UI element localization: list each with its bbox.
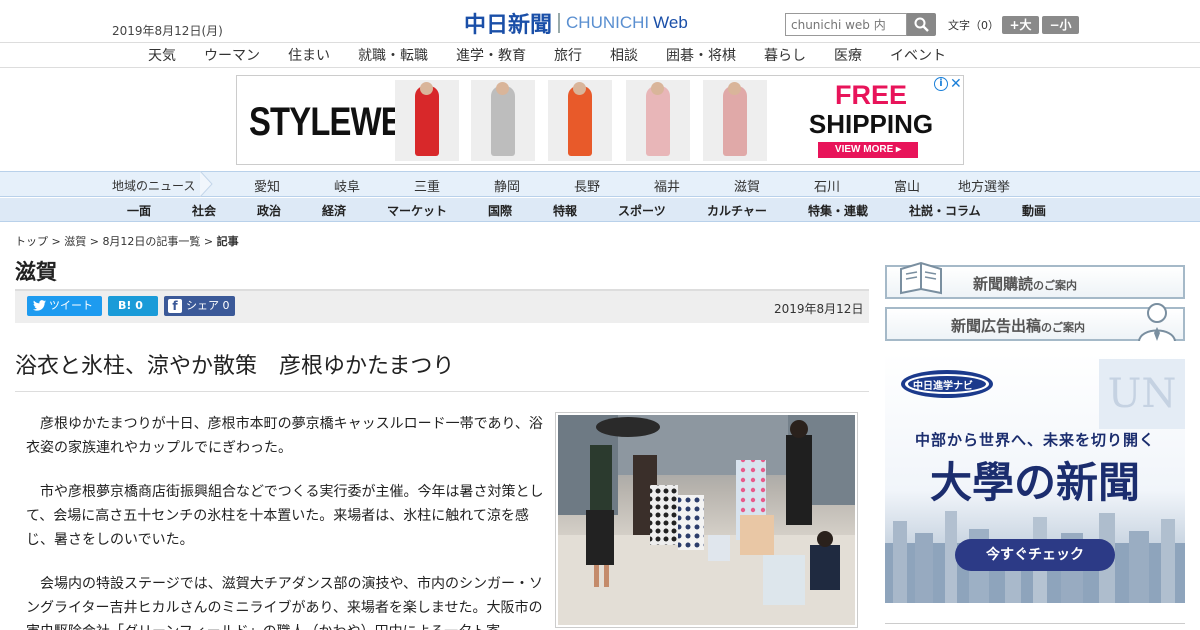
ad-dress-image bbox=[471, 80, 535, 161]
university-ad-title: 大學の新聞 bbox=[929, 458, 1140, 507]
category-item-society[interactable]: 社会 bbox=[192, 202, 216, 219]
topnav-item-living[interactable]: 暮らし bbox=[764, 45, 806, 65]
search-icon bbox=[914, 17, 929, 32]
logo-separator bbox=[558, 13, 561, 33]
site-logo[interactable]: 中日新聞 CHUNICHI Web bbox=[464, 10, 688, 38]
article-headline: 浴衣と氷柱、涼やか散策 彦根ゆかたまつり bbox=[15, 354, 455, 379]
category-item-culture[interactable]: カルチャー bbox=[707, 202, 767, 219]
ad-dress-image bbox=[626, 80, 690, 161]
category-item-sports[interactable]: スポーツ bbox=[618, 202, 666, 219]
ad-dress-image bbox=[548, 80, 612, 161]
region-item-ishikawa[interactable]: 石川 bbox=[814, 176, 840, 195]
region-item-gifu[interactable]: 岐阜 bbox=[334, 176, 360, 195]
article-paragraph: 市や彦根夢京橋商店街振興組合などでつくる実行委が主催。今年は暑さ対策として、会場… bbox=[26, 484, 544, 548]
ad-info-icon[interactable]: i bbox=[934, 77, 948, 91]
article-paragraph: 会場内の特設ステージでは、滋賀大チアダンス部の演技や、市内のシンガー・ソングライ… bbox=[26, 576, 544, 630]
topnav-item-weather[interactable]: 天気 bbox=[148, 45, 176, 65]
font-size-label: 文字（0） bbox=[948, 19, 999, 32]
search-button[interactable] bbox=[907, 13, 936, 36]
region-item-aichi[interactable]: 愛知 bbox=[254, 176, 280, 195]
category-item-politics[interactable]: 政治 bbox=[257, 202, 281, 219]
advertising-banner-label: 新聞広告出稿のご案内 bbox=[951, 317, 1086, 335]
ad-shipping-text: SHIPPING bbox=[808, 109, 934, 139]
region-item-shizuoka[interactable]: 静岡 bbox=[494, 176, 520, 195]
subscription-banner-label: 新聞購読のご案内 bbox=[973, 275, 1078, 293]
category-item-front[interactable]: 一面 bbox=[127, 202, 151, 219]
ad-brand-logo: STYLEWE bbox=[249, 100, 403, 144]
category-item-international[interactable]: 国際 bbox=[488, 202, 512, 219]
region-item-toyama[interactable]: 富山 bbox=[894, 176, 920, 195]
person-icon bbox=[1138, 303, 1176, 341]
ad-dress-image bbox=[395, 80, 459, 161]
topnav-item-travel[interactable]: 旅行 bbox=[554, 45, 582, 65]
chevron-right-icon bbox=[199, 171, 213, 197]
topnav-item-go-shogi[interactable]: 囲碁・将棋 bbox=[666, 45, 736, 65]
subscription-banner[interactable]: 新聞購読のご案内 bbox=[885, 261, 1185, 299]
font-size-decrease-button[interactable]: −小 bbox=[1042, 16, 1079, 34]
font-size-increase-button[interactable]: +大 bbox=[1002, 16, 1039, 34]
category-navigation: 一面 社会 政治 経済 マーケット 国際 特報 スポーツ カルチャー 特集・連載… bbox=[0, 198, 1200, 222]
ad-close-icon[interactable]: ✕ bbox=[950, 76, 962, 92]
article-paragraph: 彦根ゆかたまつりが十日、彦根市本町の夢京橋キャッスルロード一帯であり、浴衣姿の家… bbox=[26, 416, 543, 456]
check-now-button[interactable]: 今すぐチェック bbox=[955, 539, 1115, 571]
breadcrumb-list-link[interactable]: 8月12日の記事一覧 bbox=[102, 235, 200, 248]
topnav-item-jobs[interactable]: 就職・転職 bbox=[358, 45, 428, 65]
share-bar: ツイート B! 0 f シェア 0 2019年8月12日 bbox=[15, 289, 869, 323]
topnav-item-housing[interactable]: 住まい bbox=[288, 45, 330, 65]
ad-free-text: FREE bbox=[834, 80, 907, 110]
article-date: 2019年8月12日 bbox=[774, 302, 864, 316]
region-news-label: 地域のニュース bbox=[112, 179, 196, 193]
logo-kanji: 中日新聞 bbox=[464, 13, 553, 38]
search-input[interactable] bbox=[785, 13, 907, 36]
region-navigation: 地域のニュース 愛知 岐阜 三重 静岡 長野 福井 滋賀 石川 富山 地方選挙 bbox=[0, 171, 1200, 197]
header-date: 2019年8月12日(月) bbox=[112, 24, 223, 38]
topnav-item-education[interactable]: 進学・教育 bbox=[456, 45, 526, 65]
university-mark: UN bbox=[1099, 359, 1185, 429]
article-photo[interactable] bbox=[555, 412, 858, 628]
university-news-ad[interactable]: UN 中日進学ナビ 中部から世界へ、未来を切り開く 大學の新聞 今すぐチェック bbox=[885, 353, 1185, 603]
category-item-video[interactable]: 動画 bbox=[1022, 202, 1046, 219]
region-item-fukui[interactable]: 福井 bbox=[654, 176, 680, 195]
facebook-share-button[interactable]: f シェア 0 bbox=[164, 296, 235, 316]
category-item-special-report[interactable]: 特報 bbox=[553, 202, 577, 219]
facebook-icon: f bbox=[168, 299, 182, 313]
region-item-shiga[interactable]: 滋賀 bbox=[734, 176, 760, 195]
chunichi-shingaku-navi-logo: 中日進学ナビ bbox=[899, 365, 993, 401]
festival-photo-illustration bbox=[558, 415, 855, 625]
region-item-mie[interactable]: 三重 bbox=[414, 176, 440, 195]
tweet-button[interactable]: ツイート bbox=[27, 296, 102, 316]
newspaper-icon bbox=[900, 261, 942, 295]
tweet-label: ツイート bbox=[49, 299, 93, 312]
topnav-item-medical[interactable]: 医療 bbox=[834, 45, 862, 65]
breadcrumb-top-link[interactable]: トップ bbox=[15, 235, 48, 248]
ad-dress-image bbox=[703, 80, 767, 161]
topnav-item-event[interactable]: イベント bbox=[890, 45, 946, 65]
divider bbox=[15, 391, 869, 392]
ad-banner[interactable]: STYLEWE FREE SHIPPING VIEW MORE ▸ i ✕ bbox=[236, 75, 964, 165]
region-item-nagano[interactable]: 長野 bbox=[574, 176, 600, 195]
ad-view-more-button[interactable]: VIEW MORE ▸ bbox=[818, 142, 918, 158]
advertising-banner[interactable]: 新聞広告出稿のご案内 bbox=[885, 303, 1185, 341]
section-title: 滋賀 bbox=[15, 260, 57, 284]
university-ad-tagline: 中部から世界へ、未来を切り開く bbox=[914, 431, 1155, 449]
category-item-editorial[interactable]: 社説・コラム bbox=[909, 202, 981, 219]
category-item-market[interactable]: マーケット bbox=[387, 202, 447, 219]
breadcrumb: トップ > 滋賀 > 8月12日の記事一覧 > 記事 bbox=[15, 235, 239, 248]
category-item-economy[interactable]: 経済 bbox=[322, 202, 346, 219]
logo-en: CHUNICHI Web bbox=[566, 13, 688, 32]
top-navigation: 天気 ウーマン 住まい 就職・転職 進学・教育 旅行 相談 囲碁・将棋 暮らし … bbox=[0, 42, 1200, 68]
facebook-share-label: シェア 0 bbox=[186, 299, 230, 312]
twitter-bird-icon bbox=[33, 300, 46, 311]
divider bbox=[885, 623, 1185, 624]
breadcrumb-region-link[interactable]: 滋賀 bbox=[64, 235, 86, 248]
category-item-features[interactable]: 特集・連載 bbox=[808, 202, 868, 219]
topnav-item-advice[interactable]: 相談 bbox=[610, 45, 638, 65]
region-item-local-election[interactable]: 地方選挙 bbox=[958, 176, 1010, 195]
topnav-item-woman[interactable]: ウーマン bbox=[204, 45, 260, 65]
breadcrumb-current: 記事 bbox=[216, 235, 239, 248]
hatena-bookmark-button[interactable]: B! 0 bbox=[108, 296, 158, 316]
